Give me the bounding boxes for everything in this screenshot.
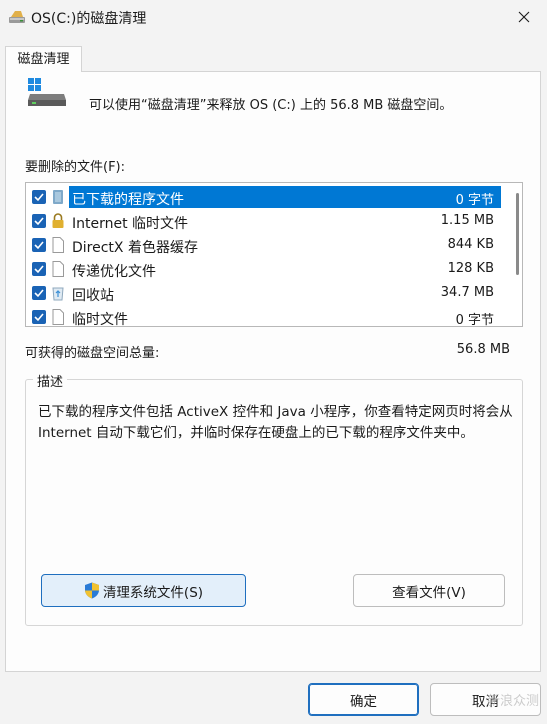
description-text: 已下载的程序文件包括 ActiveX 控件和 Java 小程序，你查看特定网页时…: [38, 404, 513, 441]
files-to-delete-label: 要删除的文件(F):: [25, 160, 126, 175]
checkbox[interactable]: [32, 310, 46, 324]
drive-icon: [28, 78, 66, 106]
recycle-bin-icon: [52, 287, 64, 301]
file-icon: [52, 237, 64, 253]
file-size: 844 KB: [447, 237, 494, 252]
checkbox[interactable]: [32, 262, 46, 276]
tab-disk-cleanup[interactable]: 磁盘清理: [5, 46, 82, 72]
file-name: 传递优化文件: [72, 264, 156, 280]
file-size: 34.7 MB: [440, 285, 494, 300]
clean-system-files-label: 清理系统文件(S): [102, 584, 204, 601]
check-icon: [34, 193, 44, 202]
file-name: DirectX 着色器缓存: [72, 240, 198, 256]
intro-text: 可以使用“磁盘清理”来释放 OS (C:) 上的 56.8 MB 磁盘空间。: [89, 98, 453, 113]
check-icon: [34, 217, 44, 226]
file-size: 1.15 MB: [440, 213, 494, 228]
list-item[interactable]: 已下载的程序文件 0 字节: [26, 185, 506, 209]
file-size: 128 KB: [447, 261, 494, 276]
clean-system-files-button[interactable]: 清理系统文件(S): [41, 574, 246, 607]
checkbox[interactable]: [32, 238, 46, 252]
checkbox[interactable]: [32, 190, 46, 204]
disk-cleanup-icon: [9, 11, 25, 23]
list-item[interactable]: Internet 临时文件 1.15 MB: [26, 209, 506, 233]
file-name: Internet 临时文件: [72, 216, 189, 232]
window-title: OS(C:)的磁盘清理: [31, 11, 147, 27]
file-name: 回收站: [72, 288, 114, 304]
view-files-button[interactable]: 查看文件(V): [353, 574, 505, 607]
total-space-value: 56.8 MB: [456, 342, 510, 357]
file-name: 已下载的程序文件: [72, 192, 184, 208]
title-bar: OS(C:)的磁盘清理: [0, 0, 547, 36]
watermark: 新浪众测: [486, 694, 539, 709]
files-list[interactable]: 已下载的程序文件 0 字节 Internet 临时文件 1.15 MB Dire…: [25, 182, 523, 327]
file-size: 0 字节: [455, 313, 494, 327]
description-legend: 描述: [33, 371, 68, 390]
checkbox[interactable]: [32, 214, 46, 228]
ok-button[interactable]: 确定: [308, 683, 419, 716]
check-icon: [34, 265, 44, 274]
ok-label: 确定: [350, 693, 377, 710]
uac-shield-icon: [84, 582, 99, 599]
list-item[interactable]: 回收站 34.7 MB: [26, 281, 506, 305]
checkbox[interactable]: [32, 286, 46, 300]
list-scrollbar[interactable]: [516, 193, 519, 275]
close-icon: [518, 11, 530, 23]
file-icon: [52, 309, 64, 325]
file-name: 临时文件: [72, 312, 128, 327]
check-icon: [34, 313, 44, 322]
file-icon: [52, 261, 64, 277]
list-item[interactable]: DirectX 着色器缓存 844 KB: [26, 233, 506, 257]
folder-icon: [53, 190, 63, 204]
check-icon: [34, 289, 44, 298]
close-button[interactable]: [501, 0, 547, 34]
lock-icon: [52, 213, 64, 228]
total-space-label: 可获得的磁盘空间总量:: [25, 346, 160, 361]
list-item[interactable]: 传递优化文件 128 KB: [26, 257, 506, 281]
file-size: 0 字节: [455, 193, 494, 208]
list-item[interactable]: 临时文件 0 字节: [26, 305, 506, 327]
view-files-label: 查看文件(V): [392, 584, 466, 601]
check-icon: [34, 241, 44, 250]
tab-panel: 可以使用“磁盘清理”来释放 OS (C:) 上的 56.8 MB 磁盘空间。 要…: [5, 71, 541, 672]
